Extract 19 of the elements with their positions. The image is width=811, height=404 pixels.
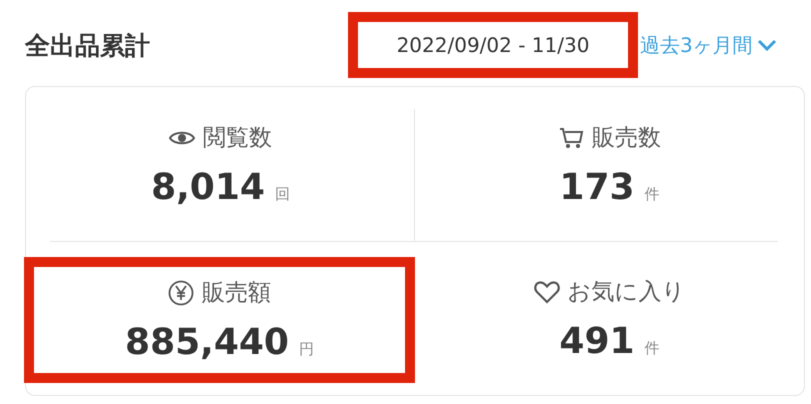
stat-unit: 件	[644, 339, 660, 358]
date-range: 2022/09/02 - 11/30	[348, 12, 638, 78]
stat-unit: 回	[274, 185, 290, 204]
period-dropdown[interactable]: 過去3ヶ月間	[638, 32, 777, 58]
stat-value: 173	[559, 167, 635, 208]
section-title: 全出品累計	[25, 30, 151, 62]
stat-label: 閲覧数	[203, 124, 272, 153]
stat-value: 885,440	[125, 322, 289, 363]
chevron-down-icon	[756, 38, 777, 52]
yen-icon	[168, 280, 194, 306]
heart-icon	[534, 280, 560, 304]
stat-unit: 件	[644, 185, 660, 204]
stat-label: 販売数	[592, 124, 661, 153]
cart-icon	[558, 126, 584, 150]
stat-label: お気に入り	[568, 278, 686, 307]
stat-label: 販売額	[202, 279, 271, 308]
stat-unit: 円	[298, 340, 314, 359]
stat-value: 8,014	[151, 167, 265, 208]
stat-value: 491	[559, 321, 635, 362]
